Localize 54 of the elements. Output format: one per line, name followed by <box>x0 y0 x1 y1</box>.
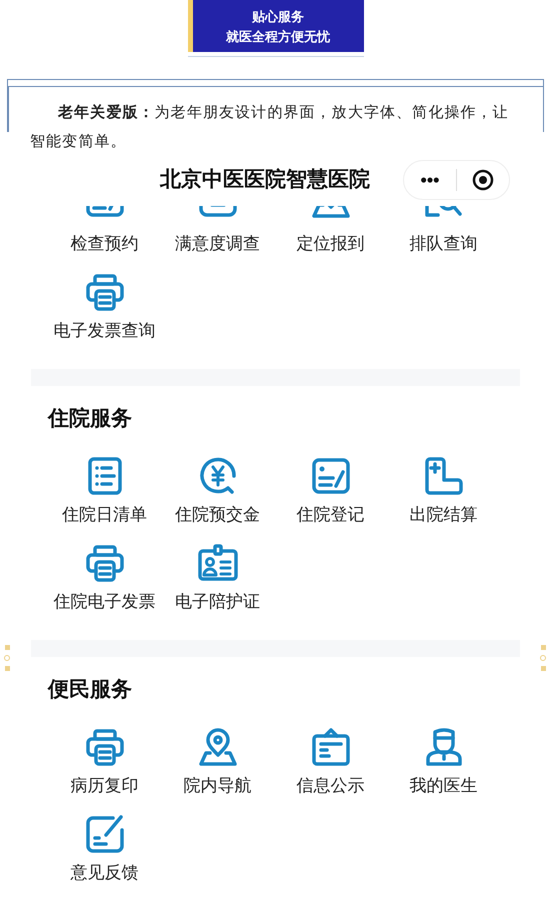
service-label: 住院日清单 <box>62 504 147 526</box>
printer-icon <box>84 272 124 312</box>
service-label: 住院登记 <box>296 504 364 526</box>
form-icon <box>310 456 350 496</box>
service-item[interactable]: 电子发票查询 <box>48 272 161 342</box>
service-label: 信息公示 <box>296 775 364 797</box>
doctor-icon <box>424 727 464 767</box>
intro-paragraph: 老年关爱版：为老年朋友设计的界面，放大字体、简化操作，让智能变简单。 <box>30 103 510 152</box>
service-label: 住院电子发票 <box>54 591 156 613</box>
banner-text: 就医全程方便无忧 <box>226 28 330 44</box>
service-item[interactable]: 定位报到 <box>274 206 387 255</box>
section-title: 便民服务 <box>46 677 133 703</box>
medical-card-icon <box>424 456 464 496</box>
service-item[interactable]: 住院电子发票 <box>48 543 161 613</box>
service-label: 住院预交金 <box>175 504 260 526</box>
decor-square <box>4 645 10 650</box>
notice-board-icon <box>310 727 350 767</box>
id-badge-icon <box>198 543 238 583</box>
decor-square <box>540 645 546 650</box>
service-label: 出院结算 <box>410 504 478 526</box>
service-item[interactable]: 检查预约 <box>48 206 161 255</box>
printer-icon <box>84 543 124 583</box>
service-item[interactable]: 信息公示 <box>274 727 387 797</box>
section-title: 住院服务 <box>46 406 133 432</box>
decor-square <box>540 666 546 671</box>
service-item[interactable]: 排队查询 <box>387 206 500 255</box>
service-item[interactable]: 我的医生 <box>387 727 500 797</box>
service-item[interactable]: 出院结算 <box>387 456 500 526</box>
service-item[interactable]: 病历复印 <box>48 727 161 797</box>
service-item[interactable]: 电子陪护证 <box>161 543 274 613</box>
service-label: 我的医生 <box>410 775 478 797</box>
decor-square <box>4 666 10 671</box>
service-label: 病历复印 <box>70 775 138 797</box>
printer-icon <box>84 727 124 767</box>
banner-text: 贴心服务 <box>252 8 304 24</box>
service-item[interactable]: 住院日清单 <box>48 456 161 526</box>
service-label: 电子发票查询 <box>54 320 156 342</box>
target-icon <box>472 169 494 191</box>
service-item[interactable]: 意见反馈 <box>48 814 161 884</box>
service-item[interactable]: 住院预交金 <box>161 456 274 526</box>
more-button[interactable]: ••• <box>404 171 456 189</box>
service-item[interactable]: 住院登记 <box>274 456 387 526</box>
yen-coin-icon <box>198 456 238 496</box>
service-label: 意见反馈 <box>70 862 138 884</box>
service-label: 院内导航 <box>184 775 252 797</box>
service-label: 满意度调查 <box>175 233 260 255</box>
service-label: 检查预约 <box>70 233 138 255</box>
app-title: 北京中医医院智慧医院 <box>160 166 370 194</box>
service-label: 排队查询 <box>410 233 478 255</box>
service-item[interactable]: 满意度调查 <box>161 206 274 255</box>
service-label: 定位报到 <box>296 233 364 255</box>
service-item[interactable]: 院内导航 <box>161 727 274 797</box>
service-label: 电子陪护证 <box>175 591 260 613</box>
edit-note-icon <box>84 814 124 854</box>
